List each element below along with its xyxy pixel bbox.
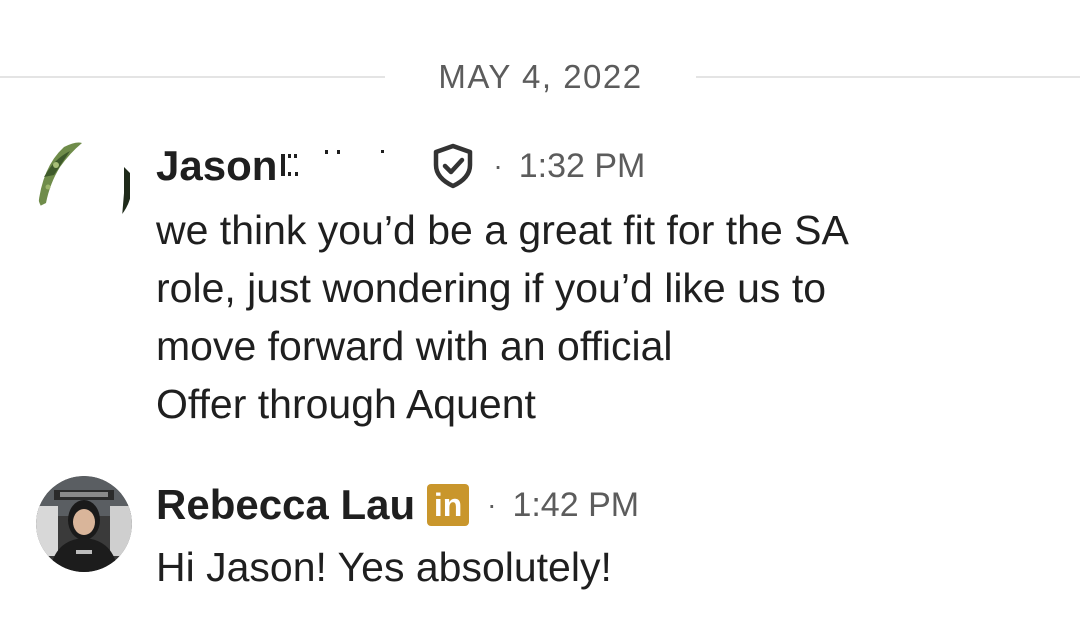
linkedin-icon: in xyxy=(427,484,470,526)
date-divider: MAY 4, 2022 xyxy=(0,46,1080,106)
message-body: we think you’d be a great fit for the SA… xyxy=(156,201,849,433)
divider-line-left xyxy=(0,76,385,78)
message-line: Hi Jason! Yes absolutely! xyxy=(156,544,612,590)
redacted-name-fragment xyxy=(277,146,427,186)
sender-name[interactable]: Rebecca Lau xyxy=(156,481,415,529)
verified-shield-icon[interactable] xyxy=(431,143,475,189)
sender-name[interactable]: Jason xyxy=(156,142,277,190)
message-header: Jason · 1:32 PM xyxy=(156,135,645,197)
separator-dot: · xyxy=(493,150,503,181)
divider-line-right xyxy=(696,76,1080,78)
message-line: role, just wondering if you’d like us to xyxy=(156,265,827,311)
avatar[interactable] xyxy=(36,137,132,233)
message-line: Offer through Aquent xyxy=(156,381,536,427)
avatar[interactable] xyxy=(36,476,132,572)
message-body: Hi Jason! Yes absolutely! xyxy=(156,538,612,596)
separator-dot: · xyxy=(487,489,497,520)
avatar-image xyxy=(36,137,132,233)
message-timestamp: 1:42 PM xyxy=(512,485,640,524)
message-timestamp: 1:32 PM xyxy=(518,146,646,185)
message-header: Rebecca Lau in · 1:42 PM xyxy=(156,474,639,536)
avatar-image xyxy=(36,476,132,572)
message-line: we think you’d be a great fit for the SA xyxy=(156,207,849,253)
date-divider-label: MAY 4, 2022 xyxy=(438,58,643,95)
message-line: move forward with an official xyxy=(156,323,673,369)
